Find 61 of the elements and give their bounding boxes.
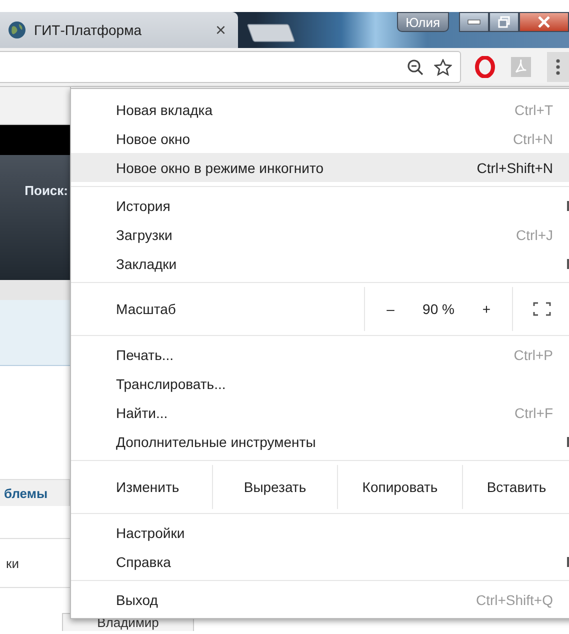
menu-item[interactable]: Загрузки Ctrl+J [71,220,569,249]
new-tab-button[interactable] [246,24,296,42]
menu-icon[interactable] [547,52,569,82]
menu-item[interactable]: Дополнительные инструменты [71,427,569,456]
zoom-out-icon[interactable] [407,58,424,76]
restore-icon [498,16,510,28]
menu-item-label: Новая вкладка [116,102,214,118]
shortcut-label: Ctrl+J [516,226,553,242]
menu-item[interactable]: Закладки [71,249,569,278]
edit-action-button[interactable]: Вставить [463,465,569,509]
column-header: блемы [3,486,48,500]
menu-item-label: Найти... [116,404,169,420]
menu-item-label: Настройки [116,524,186,540]
shortcut-label: Ctrl+T [514,102,553,118]
menu-item[interactable]: История [71,191,569,220]
edit-label: Изменить [116,479,180,495]
zoom-value: 90 % [422,300,456,319]
shortcut-label: Ctrl+N [512,130,553,146]
menu-item-label: Печать... [116,346,175,362]
menu-item[interactable]: Новое окно Ctrl+N [71,124,569,153]
shortcut-label: Ctrl+Shift+N [476,160,553,176]
close-icon [537,16,551,28]
star-icon[interactable] [434,58,452,76]
zoom-in-button[interactable]: + [462,287,512,331]
menu-item-label: История [116,198,172,214]
menu-item[interactable]: Новая вкладка Ctrl+T [71,95,569,124]
shortcut-label: Ctrl+F [514,404,553,420]
menu-item-label: Справка [116,554,172,570]
table-cell-text: ки [5,556,19,570]
menu-item-label: Новое окно [116,130,192,146]
browser-tab[interactable]: ГИТ-Платформа × [0,12,238,48]
menu-item-label: Загрузки [116,226,174,242]
menu-item[interactable]: Печать... Ctrl+P [71,340,569,369]
menu-item-label: Дополнительные инструменты [116,434,317,450]
menu-item[interactable]: Выход Ctrl+Shift+Q [71,585,569,614]
menu-item-label: Закладки [116,256,178,272]
shortcut-label: Ctrl+P [514,346,553,362]
menu-item[interactable]: Справка [71,547,569,576]
zoom-out-button[interactable]: – [366,287,416,331]
menu-item-label: Выход [116,592,159,608]
restore-button[interactable] [489,12,519,32]
menu-item[interactable]: Настройки [71,518,569,547]
search-label: Поиск: [24,183,69,198]
menu-item-label: Новое окно в режиме инкогнито [116,160,325,176]
edit-action-button[interactable]: Копировать [338,465,463,509]
shortcut-label: Ctrl+Shift+Q [476,592,553,608]
tab-close-button[interactable]: × [215,20,226,40]
zoom-label: Масштаб [116,301,176,317]
edit-action-button[interactable]: Вырезать [213,465,338,509]
menu-item-label: Транслировать... [116,376,227,392]
table-cell: Владимир [97,616,159,631]
page-panel [0,300,70,366]
minimize-button[interactable] [459,12,489,32]
minimize-icon [467,19,481,25]
page-header-bar [0,125,70,155]
menu-item[interactable]: Транслировать... [71,369,569,398]
menu-item[interactable]: Найти... Ctrl+F [71,398,569,427]
globe-icon [8,21,26,39]
tab-title: ГИТ-Платформа [34,22,142,38]
menu-item[interactable]: Новое окно в режиме инкогнито Ctrl+Shift+N [71,153,569,182]
close-button[interactable] [519,12,569,32]
